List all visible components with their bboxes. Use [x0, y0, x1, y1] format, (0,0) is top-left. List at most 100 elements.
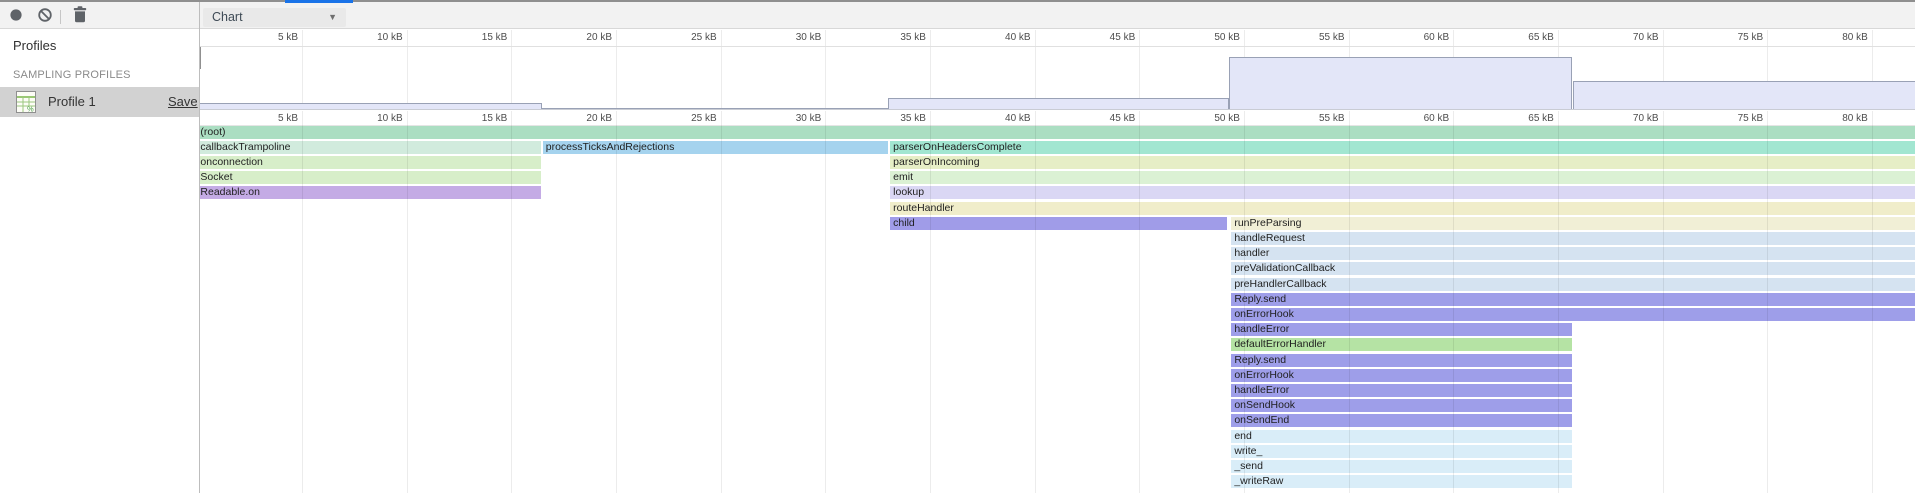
flame-bar-prevalidationcallback[interactable]: preValidationCallback	[1231, 262, 1915, 275]
gridline	[825, 111, 826, 493]
flame-bar-runpreparsing[interactable]: runPreParsing	[1231, 217, 1915, 230]
flame-bar-socket[interactable]: Socket	[200, 171, 541, 184]
record-heap-profile-button[interactable]	[2, 2, 30, 28]
gridline	[302, 30, 303, 109]
overview-tick-label: 70 kB	[1619, 32, 1659, 43]
flame-bar-onerrorhook[interactable]: onErrorHook	[1231, 369, 1572, 382]
flame-bar-root[interactable]: (root)	[200, 126, 1915, 139]
overview-tick-label: 55 kB	[1305, 32, 1345, 43]
flame-bar-onsendhook[interactable]: onSendHook	[1231, 399, 1572, 412]
overview-tick-label: 50 kB	[1200, 32, 1240, 43]
main-tick-label: 20 kB	[572, 113, 612, 124]
profile-name: Profile 1	[48, 94, 96, 109]
overview-separator	[200, 109, 1915, 110]
clear-profiles-button[interactable]	[31, 2, 59, 28]
main-tick-label: 60 kB	[1409, 113, 1449, 124]
flame-bar-readable-on[interactable]: Readable.on	[200, 186, 541, 199]
main-tick-label: 70 kB	[1619, 113, 1659, 124]
flame-bar-emit[interactable]: emit	[890, 171, 1915, 184]
flame-bar-processticksandrejections[interactable]: processTicksAndRejections	[543, 141, 888, 154]
flame-bar-write[interactable]: write_	[1231, 445, 1572, 458]
main-tick-label: 80 kB	[1828, 113, 1868, 124]
main-tick-label: 15 kB	[467, 113, 507, 124]
gridline	[825, 30, 826, 109]
overview-tick-label: 60 kB	[1409, 32, 1449, 43]
overview-tick-label: 75 kB	[1723, 32, 1763, 43]
flame-bar-onerrorhook[interactable]: onErrorHook	[1231, 308, 1915, 321]
flame-bar-prehandlercallback[interactable]: preHandlerCallback	[1231, 278, 1915, 291]
main-tick-label: 45 kB	[1095, 113, 1135, 124]
flame-bar-parseronheaderscomplete[interactable]: parserOnHeadersComplete	[890, 141, 1915, 154]
devtools-memory-sampling-panel: { "accent": {"tab_underline": "#1a73e8",…	[0, 0, 1915, 493]
gridline	[511, 30, 512, 109]
overview-area-segment	[888, 98, 1229, 109]
flame-chart-pane: 5 kB 10 kB 15 kB 20 kB 25 kB 30 kB 35 kB 40 kB 4…	[200, 29, 1915, 493]
main-tick-label: 10 kB	[363, 113, 403, 124]
flame-bar-routehandler[interactable]: routeHandler	[890, 202, 1915, 215]
overview-area-segment	[1229, 57, 1572, 109]
main-tick-label: 30 kB	[781, 113, 821, 124]
flame-bar-lookup[interactable]: lookup	[890, 186, 1915, 199]
record-icon	[2, 2, 30, 28]
view-mode-value: Chart	[212, 10, 243, 24]
overview-tick-label: 10 kB	[363, 32, 403, 43]
flame-bar-handlerequest[interactable]: handleRequest	[1231, 232, 1915, 245]
gridline	[616, 111, 617, 493]
gridline	[616, 30, 617, 109]
main-tick-label: 50 kB	[1200, 113, 1240, 124]
flame-bar-callbacktrampoline[interactable]: callbackTrampoline	[200, 141, 541, 154]
main-tick-label: 75 kB	[1723, 113, 1763, 124]
flame-bar-onconnection[interactable]: onconnection	[200, 156, 541, 169]
main-tick-label: 25 kB	[677, 113, 717, 124]
overview-tick-label: 25 kB	[677, 32, 717, 43]
main-tick-label: 55 kB	[1305, 113, 1345, 124]
profiles-sidebar: Profiles SAMPLING PROFILES % Profile 1 S…	[0, 29, 199, 493]
flame-bar-reply-send[interactable]: Reply.send	[1231, 293, 1915, 306]
overview-ruler-underline	[200, 46, 1915, 47]
gridline	[407, 30, 408, 109]
flame-bar-end[interactable]: end	[1231, 430, 1572, 443]
sampling-profiles-section-label: SAMPLING PROFILES	[13, 69, 131, 81]
profiler-toolbar: Chart ▼	[0, 2, 1915, 29]
main-tick-label: 35 kB	[886, 113, 926, 124]
flame-bar-reply-send[interactable]: Reply.send	[1231, 354, 1572, 367]
active-tab-underline	[285, 0, 353, 3]
sidebar-title: Profiles	[13, 38, 56, 53]
gridline	[721, 111, 722, 493]
gridline	[721, 30, 722, 109]
overview-area-segment	[1573, 81, 1915, 109]
profile-list-item-selected[interactable]: % Profile 1 Save	[0, 87, 199, 117]
overview-tick-label: 15 kB	[467, 32, 507, 43]
toolbar-divider	[60, 10, 61, 24]
overview-tick-label: 45 kB	[1095, 32, 1135, 43]
sidebar-chart-splitter[interactable]	[199, 2, 200, 493]
flame-bar-handler[interactable]: handler	[1231, 247, 1915, 260]
trash-icon	[66, 2, 94, 28]
flame-bar-defaulterrorhandler[interactable]: defaultErrorHandler	[1231, 338, 1572, 351]
view-mode-select[interactable]: Chart ▼	[203, 8, 346, 27]
flame-bar-parseronincoming[interactable]: parserOnIncoming	[890, 156, 1915, 169]
flame-bar-child[interactable]: child	[890, 217, 1227, 230]
overview-tick-label: 80 kB	[1828, 32, 1868, 43]
flame-bar-handleerror[interactable]: handleError	[1231, 384, 1572, 397]
profile-save-link[interactable]: Save	[168, 94, 198, 109]
flame-bar-handleerror[interactable]: handleError	[1231, 323, 1572, 336]
overview-tick-label: 65 kB	[1514, 32, 1554, 43]
flame-bar-onsendend[interactable]: onSendEnd	[1231, 414, 1572, 427]
overview-tick-label: 40 kB	[991, 32, 1031, 43]
flame-bar-writeraw[interactable]: _writeRaw	[1231, 475, 1572, 488]
overview-window-grippy[interactable]	[200, 47, 201, 69]
delete-profile-button[interactable]	[66, 2, 94, 28]
main-tick-label: 65 kB	[1514, 113, 1554, 124]
overview-tick-label: 5 kB	[258, 32, 298, 43]
main-tick-label: 40 kB	[991, 113, 1031, 124]
block-icon	[31, 2, 59, 28]
main-tick-label: 5 kB	[258, 113, 298, 124]
chevron-down-icon: ▼	[328, 8, 337, 27]
profile-table-icon: %	[16, 91, 36, 113]
overview-tick-label: 20 kB	[572, 32, 612, 43]
flame-bar-send[interactable]: _send	[1231, 460, 1572, 473]
overview-tick-label: 35 kB	[886, 32, 926, 43]
svg-text:%: %	[27, 105, 34, 114]
overview-tick-label: 30 kB	[781, 32, 821, 43]
